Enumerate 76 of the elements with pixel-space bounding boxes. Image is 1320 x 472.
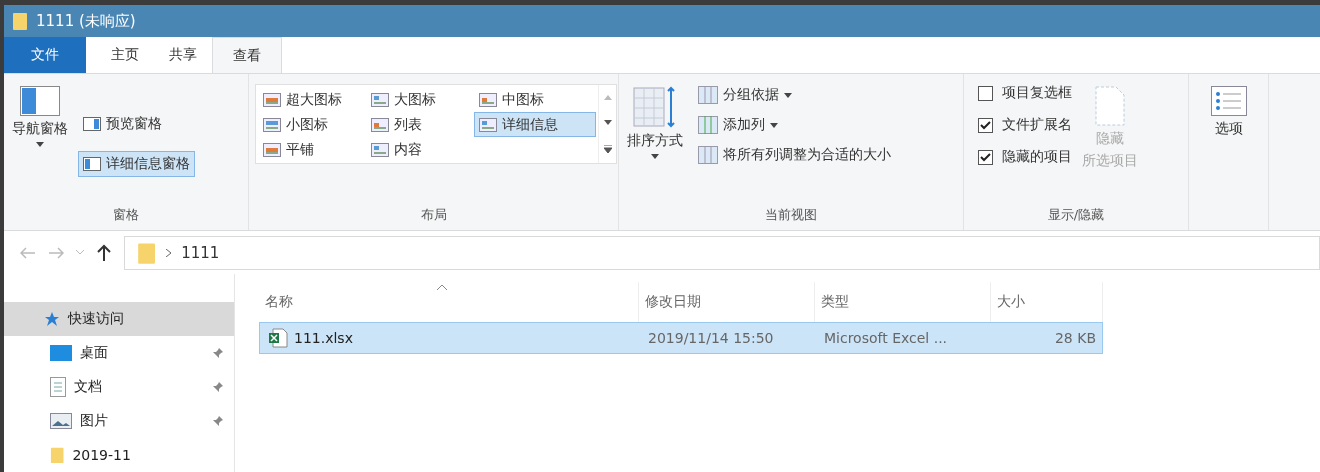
- checkbox-label: 文件扩展名: [1002, 116, 1072, 135]
- spreadsheet-icon: [268, 328, 288, 348]
- table-cell-text: 28 KB: [1053, 329, 1097, 348]
- checkbox[interactable]: [978, 85, 993, 101]
- ribbon-tab[interactable]: 查看: [212, 37, 282, 74]
- layout-option[interactable]: 列表: [366, 112, 474, 138]
- nav-item[interactable]: 图片: [4, 404, 234, 438]
- view-icon: [479, 117, 497, 132]
- layout-option[interactable]: 中图标: [474, 87, 596, 113]
- sort-button[interactable]: 排序方式: [625, 82, 685, 207]
- ribbon-tab[interactable]: 文件: [4, 37, 86, 74]
- path-segment[interactable]: 1111: [181, 243, 220, 262]
- table-cell-text: 2019/11/14 15:50: [647, 329, 775, 348]
- columns-icon: [698, 116, 718, 135]
- view-icon: [263, 142, 281, 157]
- layout-option[interactable]: 大图标: [366, 87, 474, 113]
- file-name: 111.xlsx: [294, 330, 353, 346]
- checkbox[interactable]: [978, 117, 993, 133]
- scroll-up-icon: [603, 95, 612, 101]
- sort-ascending-icon: [437, 284, 447, 290]
- nav-item[interactable]: 文档: [4, 370, 234, 404]
- pane-icon: [83, 117, 101, 132]
- check-icon: [980, 152, 991, 162]
- options-icon: [1210, 86, 1247, 117]
- layout-option[interactable]: 平铺: [258, 137, 366, 163]
- view-button[interactable]: 添加列: [693, 112, 896, 139]
- checkbox-label: 项目复选框: [1002, 84, 1072, 103]
- columns-icon: [698, 86, 718, 105]
- table-cell-text: Microsoft Excel ...: [823, 329, 949, 348]
- checkbox[interactable]: [978, 149, 993, 165]
- layout-option[interactable]: 内容: [366, 137, 474, 163]
- up-icon[interactable]: [96, 243, 112, 262]
- view-icon: [479, 92, 497, 107]
- chevron-icon: [166, 248, 172, 257]
- nav-item[interactable]: 快速访问: [4, 302, 234, 336]
- pane-button[interactable]: 预览窗格: [78, 111, 195, 138]
- folder-icon: [12, 11, 28, 32]
- navigation-pane-button[interactable]: 导航窗格: [10, 82, 70, 207]
- columns-icon: [698, 146, 718, 165]
- checkbox-label: 隐藏的项目: [1002, 148, 1072, 167]
- caret-icon: [36, 142, 44, 148]
- address-bar[interactable]: 1111: [124, 235, 1320, 270]
- desktop-icon: [50, 345, 72, 361]
- view-button[interactable]: 分组依据: [693, 82, 896, 109]
- layout-option[interactable]: 详细信息: [474, 112, 596, 138]
- group-label: 当前视图: [764, 206, 818, 225]
- page-icon: [1095, 86, 1125, 127]
- star-icon: [44, 311, 60, 327]
- expand-icon: [603, 145, 612, 154]
- nav-item[interactable]: 2019-11: [4, 438, 234, 472]
- layout-option[interactable]: 超大图标: [258, 87, 366, 113]
- folder-icon: [137, 240, 157, 265]
- view-icon: [263, 117, 281, 132]
- view-icon: [371, 92, 389, 107]
- pane-icon: [83, 157, 101, 172]
- view-icon: [371, 117, 389, 132]
- view-icon: [263, 92, 281, 107]
- view-button[interactable]: 将所有列调整为合适的大小: [693, 142, 896, 169]
- options-button[interactable]: 选项: [1208, 82, 1249, 225]
- sort-icon: [633, 86, 677, 129]
- layout-option[interactable]: 小图标: [258, 112, 366, 138]
- pictures-icon: [50, 413, 72, 429]
- check-icon: [980, 120, 991, 130]
- document-icon: [50, 377, 66, 397]
- pane-icon: [20, 86, 60, 117]
- group-label: 窗格: [112, 206, 140, 225]
- file-row[interactable]: 111.xlsx 2019/11/14 15:50 Microsoft Excel ... 28 KB: [259, 322, 1103, 354]
- folder-icon: [50, 446, 65, 464]
- group-label: 显示/隐藏: [1046, 206, 1106, 225]
- window-title: 1111 (未响应): [36, 11, 136, 31]
- pane-button[interactable]: 详细信息窗格: [78, 151, 195, 178]
- caret-icon: [651, 154, 659, 160]
- nav-item[interactable]: 桌面: [4, 336, 234, 370]
- scroll-down-icon: [603, 120, 612, 126]
- group-label: 布局: [419, 206, 448, 225]
- view-icon: [371, 142, 389, 157]
